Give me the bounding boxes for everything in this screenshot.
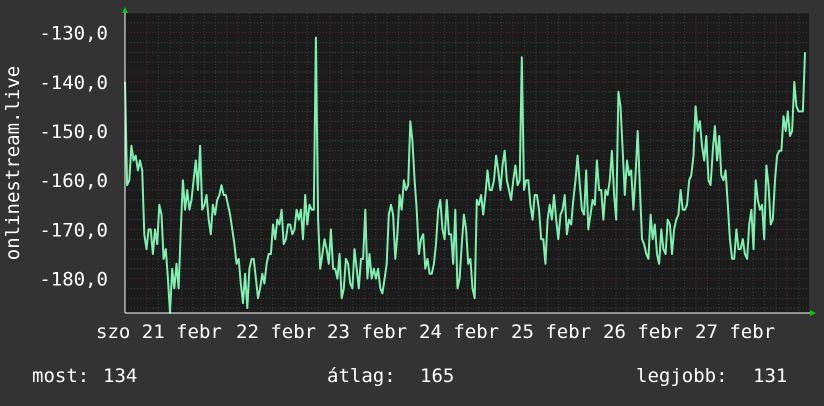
current-label: most: [32, 365, 89, 387]
line-chart: -130,0 -140,0 -150,0 -160,0 -170,0 -180,0 szo… [2, 7, 816, 387]
y-tick-label: -150,0 [39, 121, 108, 143]
y-axis-arrow-icon [122, 7, 128, 13]
best-value: 131 [753, 365, 787, 387]
y-tick-label: -160,0 [39, 170, 108, 192]
x-tick-label: 22 febr [236, 321, 316, 343]
y-tick-label: -140,0 [39, 72, 108, 94]
average-value: 165 [420, 365, 454, 387]
y-tick-label: -170,0 [39, 219, 108, 241]
y-axis-ticks: -130,0 -140,0 -150,0 -160,0 -170,0 -180,0 [39, 23, 108, 291]
x-tick-label: szo 21 febr [96, 321, 222, 343]
average-label: átlag: [327, 365, 396, 387]
x-tick-label: 27 febr [695, 321, 775, 343]
stats-row: most: 134 átlag: 165 legjobb: 131 [32, 365, 787, 387]
x-axis-arrow-icon [810, 310, 816, 316]
x-tick-label: 23 febr [327, 321, 407, 343]
current-value: 134 [103, 365, 137, 387]
y-axis-label: onlinestream.live [2, 66, 24, 260]
chart-panel: -130,0 -140,0 -150,0 -160,0 -170,0 -180,0 szo… [0, 0, 824, 402]
x-axis-ticks: szo 21 febr 22 febr 23 febr 24 febr 25 febr 2… [96, 321, 775, 343]
best-label: legjobb: [636, 365, 728, 387]
x-tick-label: 25 febr [511, 321, 591, 343]
y-tick-label: -130,0 [39, 23, 108, 45]
y-tick-label: -180,0 [39, 269, 108, 291]
x-tick-label: 24 febr [419, 321, 499, 343]
x-tick-label: 26 febr [603, 321, 683, 343]
